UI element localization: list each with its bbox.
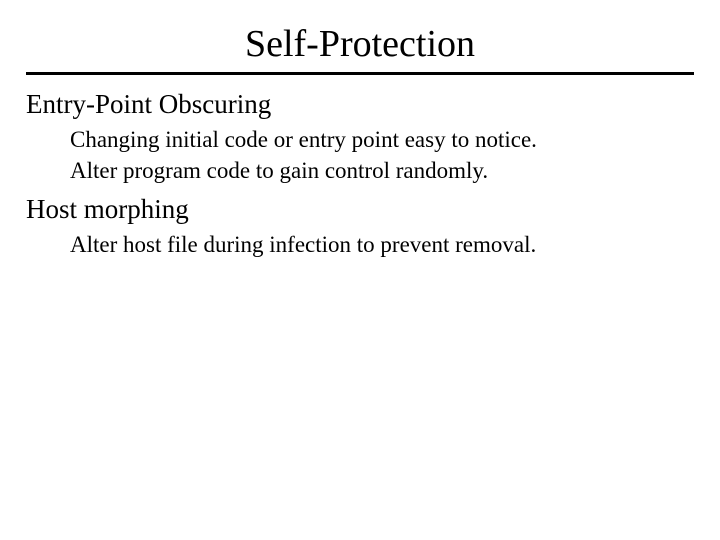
body-line: Alter program code to gain control rando… [70,155,694,186]
body-line: Alter host file during infection to prev… [70,229,694,260]
slide: Self-Protection Entry-Point Obscuring Ch… [0,22,720,540]
section-heading: Entry-Point Obscuring [26,89,694,120]
title-underline [26,72,694,75]
section-heading: Host morphing [26,194,694,225]
slide-title: Self-Protection [0,22,720,66]
slide-body: Entry-Point Obscuring Changing initial c… [0,89,720,260]
body-line: Changing initial code or entry point eas… [70,124,694,155]
